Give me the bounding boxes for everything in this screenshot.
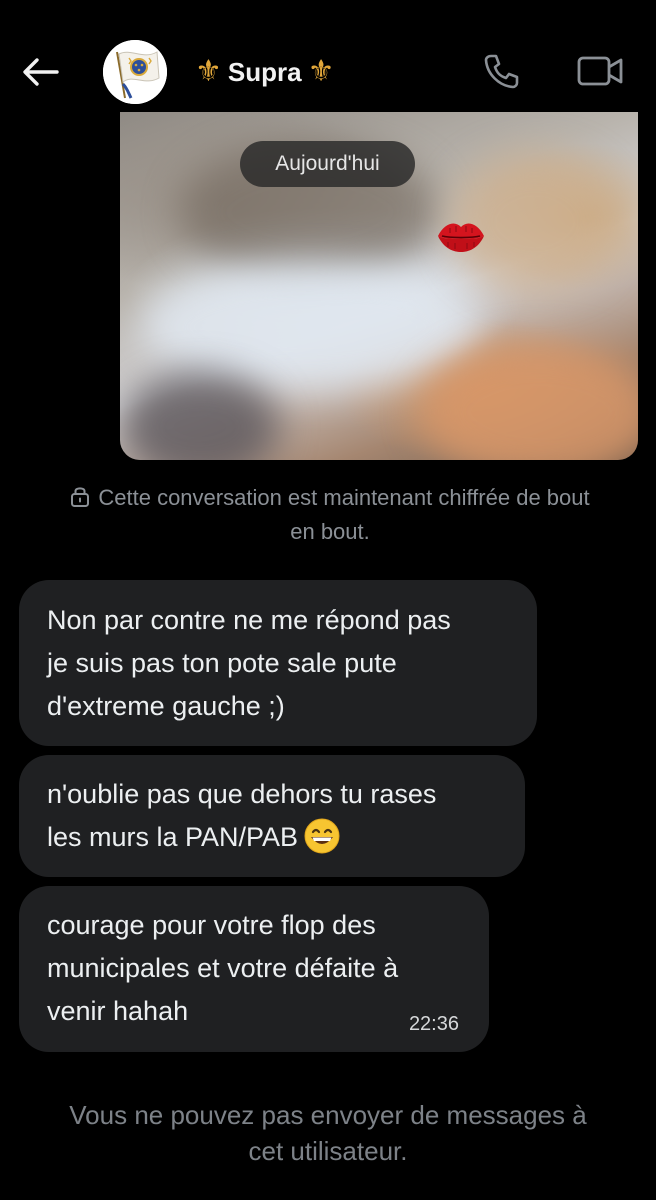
message-text-line: je suis pas ton pote sale pute [47,648,397,678]
message-text-line: les murs la PAN/PAB [47,822,299,852]
encryption-text-line1: Cette conversation est maintenant chiffr… [98,485,590,510]
cannot-message-line1: Vous ne pouvez pas envoyer de messages à [69,1100,587,1130]
fleur-de-lis-icon: ⚜ [307,54,335,89]
contact-name: Supra [227,56,302,87]
video-call-button[interactable] [574,50,626,92]
arrow-left-icon [23,58,59,86]
message-text-line: venir hahah [47,996,189,1026]
cannot-message-notice: Vous ne pouvez pas envoyer de messages à… [20,1097,636,1169]
encryption-notice: Cette conversation est maintenant chiffr… [20,482,640,547]
encryption-text-line2: en bout. [290,519,370,544]
kiss-lips-icon [436,218,486,259]
video-camera-icon [577,56,623,86]
message-text-line: d'extreme gauche ;) [47,691,285,721]
royal-flag-avatar-icon [103,40,167,104]
message-bubble[interactable]: Non par contre ne me répond pas je suis … [19,580,537,746]
date-separator: Aujourd'hui [240,141,415,187]
fleur-de-lis-icon: ⚜ [195,54,222,89]
message-bubble[interactable]: courage pour votre flop des municipales … [19,886,489,1052]
message-timestamp: 22:36 [408,1013,459,1035]
phone-icon [484,54,519,89]
lock-icon [70,484,90,516]
back-button[interactable] [18,50,62,94]
chat-header: ⚜ Supra ⚜ [0,0,656,118]
voice-call-button[interactable] [480,50,522,92]
message-text-line: municipales et votre défaite à [47,953,399,983]
chat-title[interactable]: ⚜ Supra ⚜ [195,52,335,92]
grinning-face-emoji-icon [304,818,340,867]
message-text-line: n'oublie pas que dehors tu rases [47,779,437,809]
message-text-line: courage pour votre flop des [47,910,376,940]
avatar[interactable] [103,40,167,104]
message-bubble[interactable]: n'oublie pas que dehors tu rases les mur… [19,755,525,877]
cannot-message-line2: cet utilisateur. [248,1136,408,1166]
message-text-line: Non par contre ne me répond pas [47,605,451,635]
